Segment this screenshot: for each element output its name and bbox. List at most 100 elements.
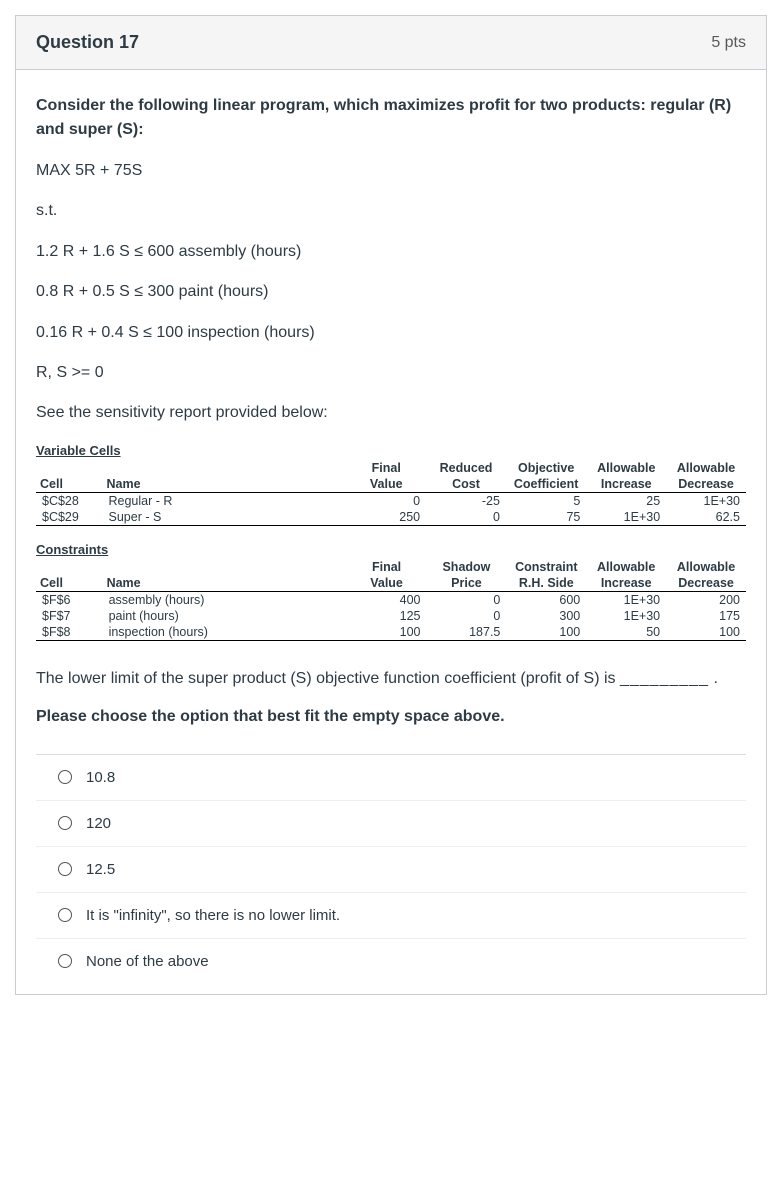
cell-value: 1E+30 (666, 492, 746, 509)
cell-name: Regular - R (103, 492, 347, 509)
prompt-before: The lower limit of the super product (S)… (36, 670, 620, 687)
th-cell: Cell (36, 476, 103, 493)
option-0[interactable]: 10.8 (36, 755, 746, 801)
option-label: 12.5 (86, 861, 115, 878)
cell-ref: $C$28 (36, 492, 103, 509)
question-header: Question 17 5 pts (16, 16, 766, 70)
cell-value: 75 (506, 509, 586, 526)
option-4[interactable]: None of the above (36, 939, 746, 984)
see-report-text: See the sensitivity report provided belo… (36, 402, 746, 424)
option-3[interactable]: It is "infinity", so there is no lower l… (36, 893, 746, 939)
nonnegativity: R, S >= 0 (36, 362, 746, 384)
cell-value: 1E+30 (586, 509, 666, 526)
th-cost: Cost (426, 476, 506, 493)
th-constraint: Constraint (506, 559, 586, 575)
table-row: $C$29 Super - S 250 0 75 1E+30 62.5 (36, 509, 746, 526)
th-allowable: Allowable (586, 559, 666, 575)
variable-cells-label: Variable Cells (36, 443, 746, 458)
cell-value: 62.5 (666, 509, 746, 526)
th-blank (36, 559, 103, 575)
variable-cells-table: Final Reduced Objective Allowable Allowa… (36, 460, 746, 526)
option-2[interactable]: 12.5 (36, 847, 746, 893)
th-value: Value (346, 476, 426, 493)
option-label: None of the above (86, 953, 209, 970)
cell-value: 0 (346, 492, 426, 509)
th-allowable: Allowable (586, 460, 666, 476)
answer-options: 10.8 120 12.5 It is "infinity", so there… (36, 754, 746, 984)
cell-ref: $F$7 (36, 608, 103, 624)
cell-value: 25 (586, 492, 666, 509)
question-container: Question 17 5 pts Consider the following… (15, 15, 767, 995)
cell-ref: $C$29 (36, 509, 103, 526)
th-coefficient: Coefficient (506, 476, 586, 493)
cell-value: 50 (586, 624, 666, 641)
radio-icon (58, 770, 72, 784)
cell-value: 600 (506, 591, 586, 608)
cell-value: 300 (506, 608, 586, 624)
cell-value: 125 (347, 608, 427, 624)
instruction-text: Please choose the option that best fit t… (36, 708, 746, 726)
cell-name: inspection (hours) (103, 624, 347, 641)
constraint-inspection: 0.16 R + 0.4 S ≤ 100 inspection (hours) (36, 322, 746, 344)
th-blank (103, 559, 347, 575)
constraints-label: Constraints (36, 542, 746, 557)
th-rhside: R.H. Side (506, 575, 586, 592)
cell-ref: $F$8 (36, 624, 103, 641)
table-row: $C$28 Regular - R 0 -25 5 25 1E+30 (36, 492, 746, 509)
cell-value: 400 (347, 591, 427, 608)
th-decrease: Decrease (666, 476, 746, 493)
th-price: Price (427, 575, 507, 592)
constraints-table: Final Shadow Constraint Allowable Allowa… (36, 559, 746, 641)
radio-icon (58, 954, 72, 968)
option-label: It is "infinity", so there is no lower l… (86, 907, 340, 924)
cell-value: 1E+30 (586, 608, 666, 624)
cell-value: 100 (506, 624, 586, 641)
cell-value: 0 (427, 591, 507, 608)
th-shadow: Shadow (427, 559, 507, 575)
cell-name: paint (hours) (103, 608, 347, 624)
th-name: Name (103, 575, 347, 592)
cell-name: Super - S (103, 509, 347, 526)
blank-line: _________ (620, 670, 709, 687)
th-final: Final (347, 559, 427, 575)
cell-value: 187.5 (427, 624, 507, 641)
th-reduced: Reduced (426, 460, 506, 476)
constraint-assembly: 1.2 R + 1.6 S ≤ 600 assembly (hours) (36, 241, 746, 263)
radio-icon (58, 908, 72, 922)
th-blank (36, 460, 103, 476)
cell-value: 100 (666, 624, 746, 641)
th-allowable: Allowable (666, 460, 746, 476)
option-1[interactable]: 120 (36, 801, 746, 847)
th-allowable: Allowable (666, 559, 746, 575)
th-cell: Cell (36, 575, 103, 592)
th-decrease: Decrease (666, 575, 746, 592)
th-blank (103, 460, 347, 476)
objective-function: MAX 5R + 75S (36, 160, 746, 182)
cell-value: 250 (346, 509, 426, 526)
fill-blank-prompt: The lower limit of the super product (S)… (36, 667, 746, 692)
th-value: Value (347, 575, 427, 592)
question-body: Consider the following linear program, w… (16, 70, 766, 994)
intro-text: Consider the following linear program, w… (36, 94, 746, 142)
cell-value: 100 (347, 624, 427, 641)
question-title: Question 17 (36, 32, 139, 53)
cell-value: -25 (426, 492, 506, 509)
radio-icon (58, 862, 72, 876)
cell-value: 0 (427, 608, 507, 624)
cell-value: 5 (506, 492, 586, 509)
table-row: $F$7 paint (hours) 125 0 300 1E+30 175 (36, 608, 746, 624)
cell-ref: $F$6 (36, 591, 103, 608)
option-label: 120 (86, 815, 111, 832)
th-objective: Objective (506, 460, 586, 476)
question-points: 5 pts (711, 34, 746, 52)
table-head: Final Reduced Objective Allowable Allowa… (36, 460, 746, 493)
radio-icon (58, 816, 72, 830)
table-row: $F$8 inspection (hours) 100 187.5 100 50… (36, 624, 746, 641)
prompt-after: . (709, 670, 718, 687)
th-increase: Increase (586, 476, 666, 493)
cell-value: 200 (666, 591, 746, 608)
cell-value: 175 (666, 608, 746, 624)
option-label: 10.8 (86, 769, 115, 786)
cell-name: assembly (hours) (103, 591, 347, 608)
constraint-paint: 0.8 R + 0.5 S ≤ 300 paint (hours) (36, 281, 746, 303)
